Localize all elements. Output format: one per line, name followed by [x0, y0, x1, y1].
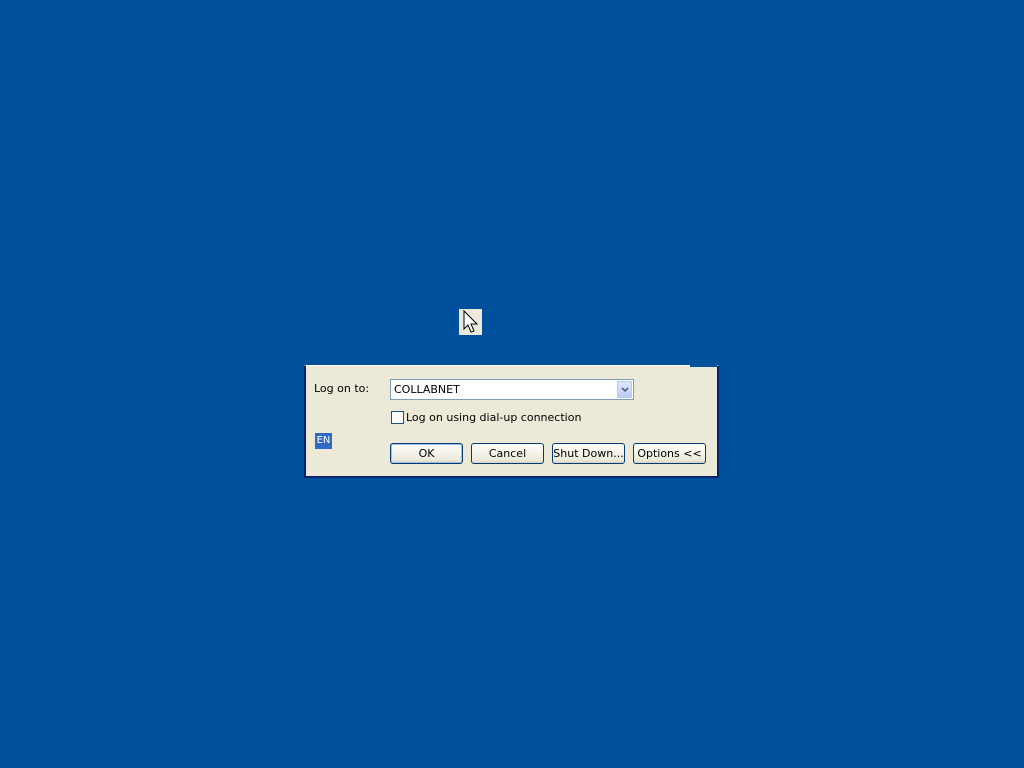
desktop-background: Log on to: COLLABNET Log on using dial-u…: [0, 0, 1024, 768]
domain-dropdown-button[interactable]: [617, 381, 632, 398]
shut-down-button[interactable]: Shut Down...: [552, 443, 625, 464]
dialog-border-notch: [690, 365, 717, 367]
chevron-down-icon: [621, 387, 629, 393]
cancel-button[interactable]: Cancel: [471, 443, 544, 464]
ok-button[interactable]: OK: [390, 443, 463, 464]
logon-dialog: Log on to: COLLABNET Log on using dial-u…: [304, 365, 719, 478]
domain-value: COLLABNET: [394, 383, 460, 396]
dialup-checkbox-label[interactable]: Log on using dial-up connection: [406, 411, 581, 424]
language-indicator[interactable]: EN: [315, 433, 332, 449]
options-button[interactable]: Options <<: [633, 443, 706, 464]
domain-select[interactable]: COLLABNET: [390, 379, 634, 400]
mouse-pointer-icon: [459, 309, 482, 335]
logon-to-label: Log on to:: [314, 382, 370, 395]
dialup-checkbox[interactable]: [391, 411, 404, 424]
